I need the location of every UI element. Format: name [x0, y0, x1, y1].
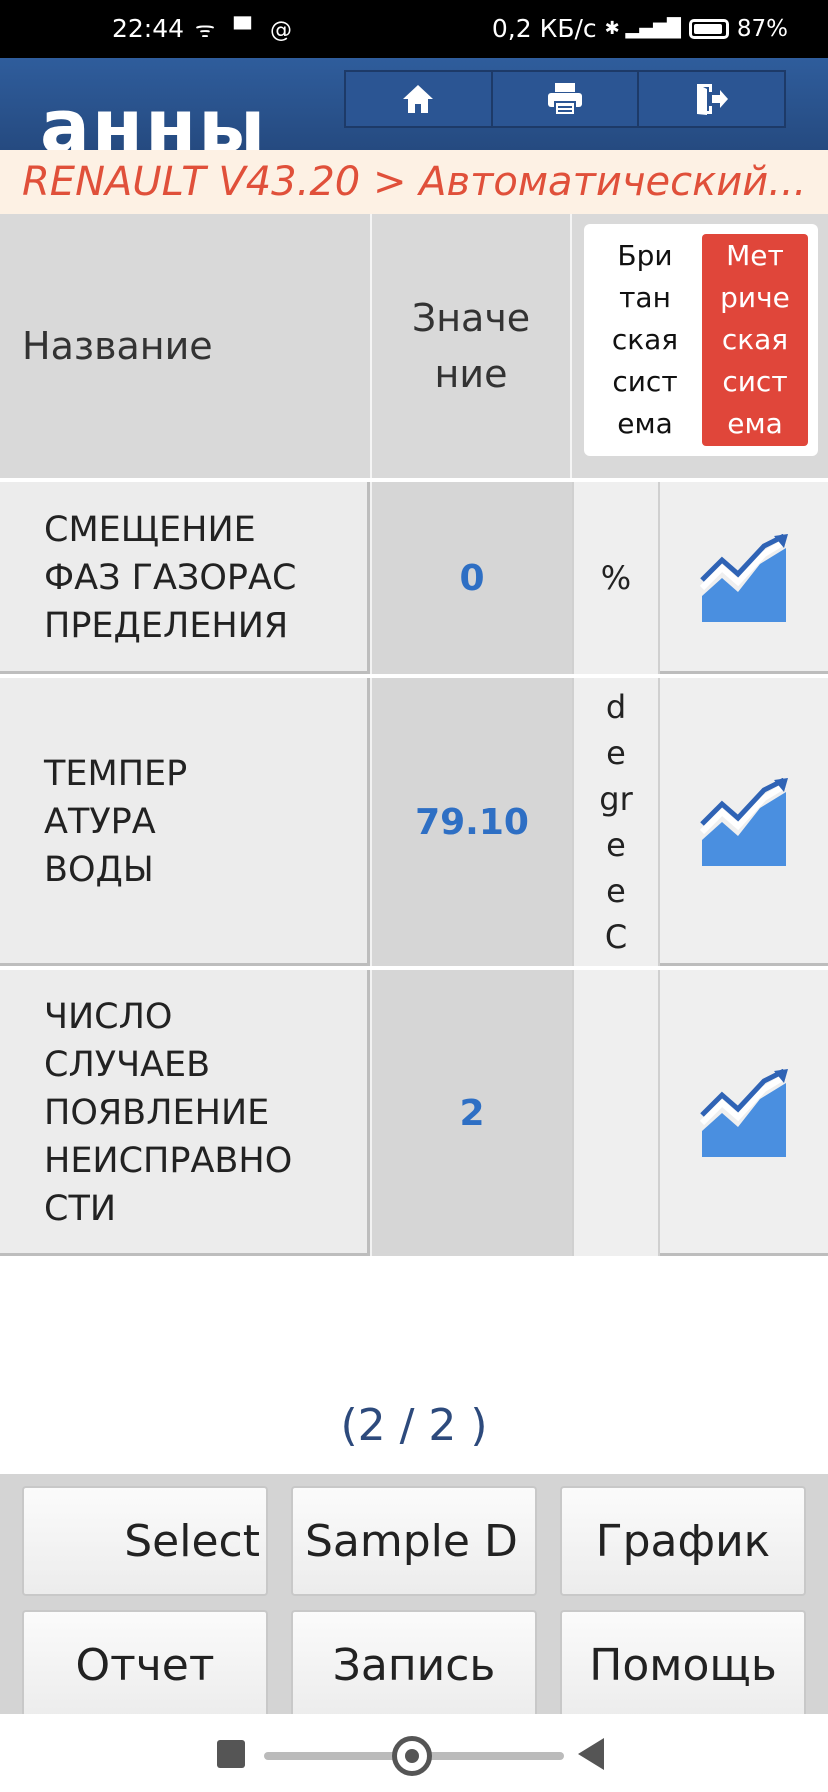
column-header-name: Название — [0, 214, 372, 478]
home-button[interactable] — [346, 72, 493, 126]
bottom-toolbar: Select Sample D График Отчет Запись Помо… — [0, 1474, 828, 1720]
parameter-unit: % — [572, 482, 660, 674]
status-bar: 22:44 ᯤ ▀ @ 0,2 КБ/с ✱ ▂▄▆█ 87% — [0, 0, 828, 58]
table-row: ТЕМПЕР АТУРА ВОДЫ 79.10 d e gr ee C — [0, 674, 828, 966]
table-header: Название Значе ние Бри тан ская сист ема… — [0, 214, 828, 478]
parameter-value: 79.10 — [372, 678, 572, 966]
table-row: ЧИСЛО СЛУЧАЕВ ПОЯВЛЕНИЕ НЕИСПРАВНО СТИ 2 — [0, 966, 828, 1256]
parameter-name: ЧИСЛО СЛУЧАЕВ ПОЯВЛЕНИЕ НЕИСПРАВНО СТИ — [0, 970, 370, 1256]
exit-icon — [696, 84, 728, 115]
table-row: СМЕЩЕНИЕ ФАЗ ГАЗОРАС ПРЕДЕЛЕНИЯ 0 % — [0, 478, 828, 674]
exit-button[interactable] — [639, 72, 784, 126]
print-icon — [548, 83, 582, 116]
help-button[interactable]: Помощь — [560, 1610, 806, 1720]
navigation-bar — [0, 1714, 828, 1792]
parameter-value: 0 — [372, 482, 572, 674]
graph-button[interactable] — [660, 970, 828, 1256]
home-nav-icon[interactable] — [392, 1736, 432, 1776]
parameter-unit — [572, 970, 660, 1256]
report-button[interactable]: Отчет — [22, 1610, 268, 1720]
notification-icons: ᯤ ▀ @ — [195, 18, 298, 43]
header-toolbar — [344, 70, 786, 128]
record-button[interactable]: Запись — [291, 1610, 537, 1720]
sample-data-button[interactable]: Sample D — [291, 1486, 537, 1596]
signal-icon: ✱ ▂▄▆█ — [604, 18, 681, 39]
app-header: анны — [0, 58, 828, 150]
battery-icon — [688, 18, 729, 39]
network-speed: 0,2 КБ/с — [491, 14, 597, 43]
select-button[interactable]: Select — [22, 1486, 268, 1596]
graph-button[interactable] — [660, 678, 828, 966]
column-header-value: Значе ние — [372, 214, 572, 478]
page-indicator: (2 / 2 ) — [340, 1400, 488, 1451]
graph-mode-button[interactable]: График — [560, 1486, 806, 1596]
graph-button[interactable] — [660, 482, 828, 674]
chart-trend-icon — [699, 534, 788, 622]
breadcrumb: RENAULT V43.20 > Автоматический... — [0, 150, 828, 214]
print-button[interactable] — [493, 72, 640, 126]
metric-system-option[interactable]: Мет риче ская сист ема — [702, 234, 808, 446]
chart-trend-icon — [699, 1069, 788, 1157]
header-title: анны — [40, 84, 268, 150]
parameter-value: 2 — [372, 970, 572, 1256]
british-system-option[interactable]: Бри тан ская сист ема — [592, 234, 698, 446]
recents-icon[interactable] — [217, 1740, 245, 1768]
parameter-name: СМЕЩЕНИЕ ФАЗ ГАЗОРАС ПРЕДЕЛЕНИЯ — [0, 482, 370, 674]
chart-trend-icon — [699, 778, 788, 866]
status-right: 0,2 КБ/с ✱ ▂▄▆█ 87% — [492, 14, 788, 43]
parameter-unit: d e gr ee C — [572, 678, 660, 966]
battery-percent: 87% — [736, 15, 788, 42]
status-time: 22:44 — [112, 14, 185, 43]
back-icon[interactable] — [578, 1738, 604, 1770]
unit-system-switch: Бри тан ская сист ема Мет риче ская сист… — [584, 224, 818, 456]
home-icon — [403, 85, 434, 113]
parameter-name: ТЕМПЕР АТУРА ВОДЫ — [0, 678, 370, 966]
